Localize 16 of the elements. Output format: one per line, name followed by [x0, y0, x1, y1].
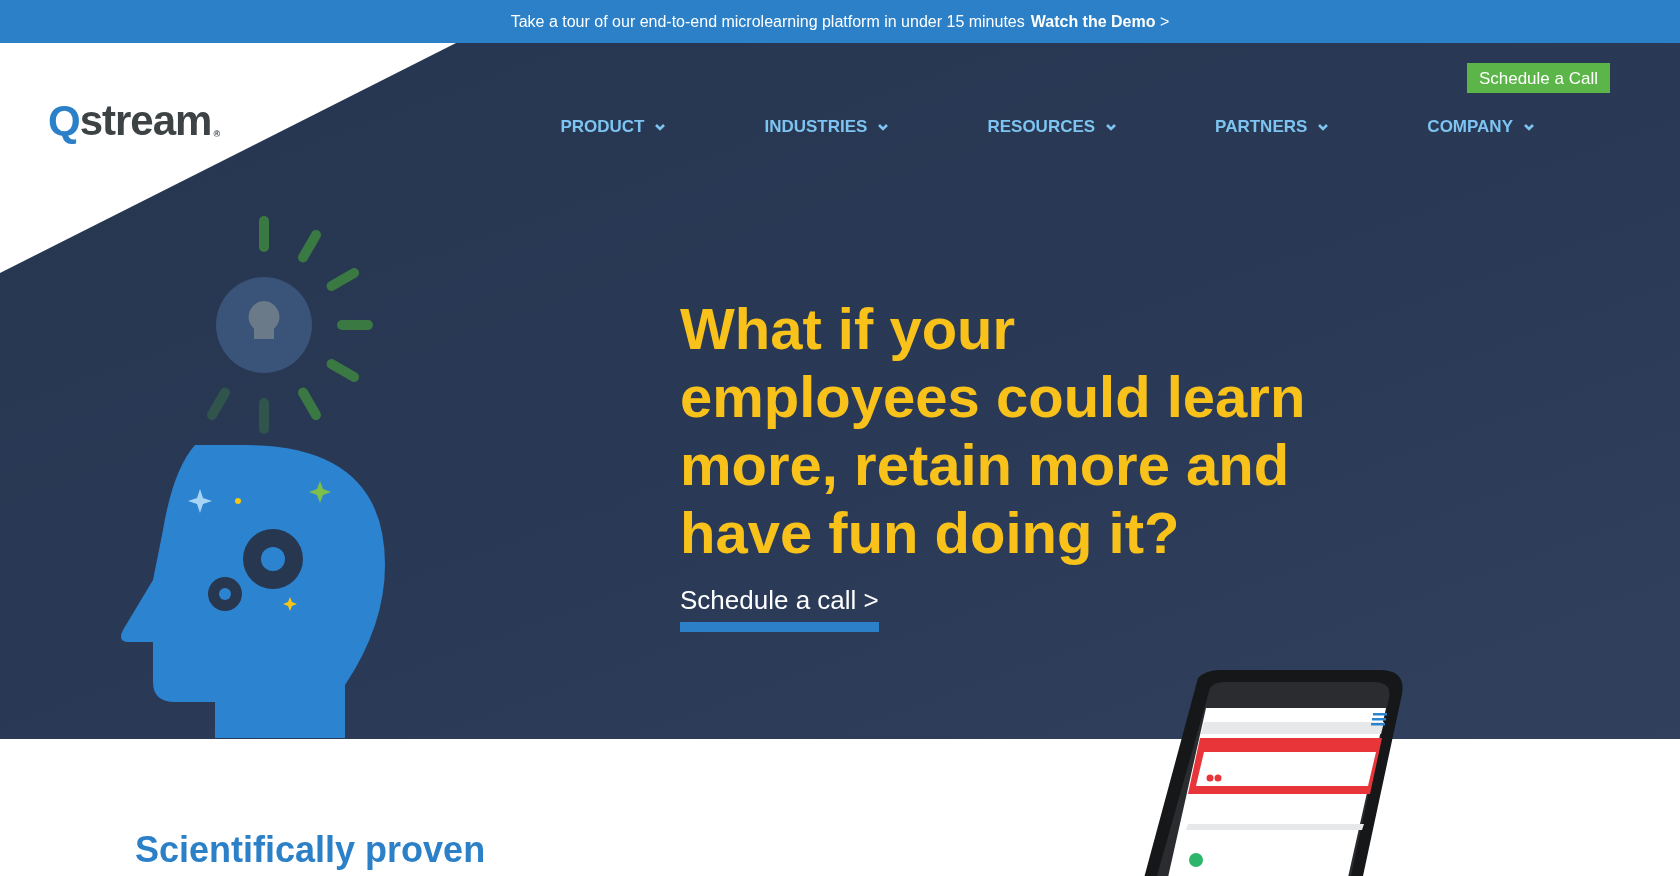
nav-item[interactable]: INDUSTRIES — [764, 117, 890, 137]
nav-item[interactable]: PARTNERS — [1215, 117, 1330, 137]
nav-item[interactable]: PRODUCT — [560, 117, 667, 137]
schedule-call-link[interactable]: Schedule a call > — [680, 585, 879, 632]
watch-demo-link[interactable]: Watch the Demo > — [1030, 12, 1170, 31]
logo[interactable]: Qstream® — [48, 101, 220, 145]
chevron-down-icon — [1105, 122, 1118, 132]
hero-headline: What if your employees could learn more, retain more and have fun doing it? — [680, 295, 1306, 567]
chevron-down-icon — [654, 122, 667, 132]
chevron-down-icon — [1523, 122, 1535, 132]
nav-item[interactable]: RESOURCES — [987, 117, 1118, 137]
nav-item[interactable]: COMPANY — [1427, 117, 1535, 137]
section-heading: Scientifically proven — [135, 829, 487, 871]
chevron-down-icon — [1317, 122, 1330, 132]
announcement-text: Take a tour of our end-to-end microlearning platform in under 15 minutes — [510, 12, 1025, 31]
chevron-down-icon — [877, 122, 890, 132]
